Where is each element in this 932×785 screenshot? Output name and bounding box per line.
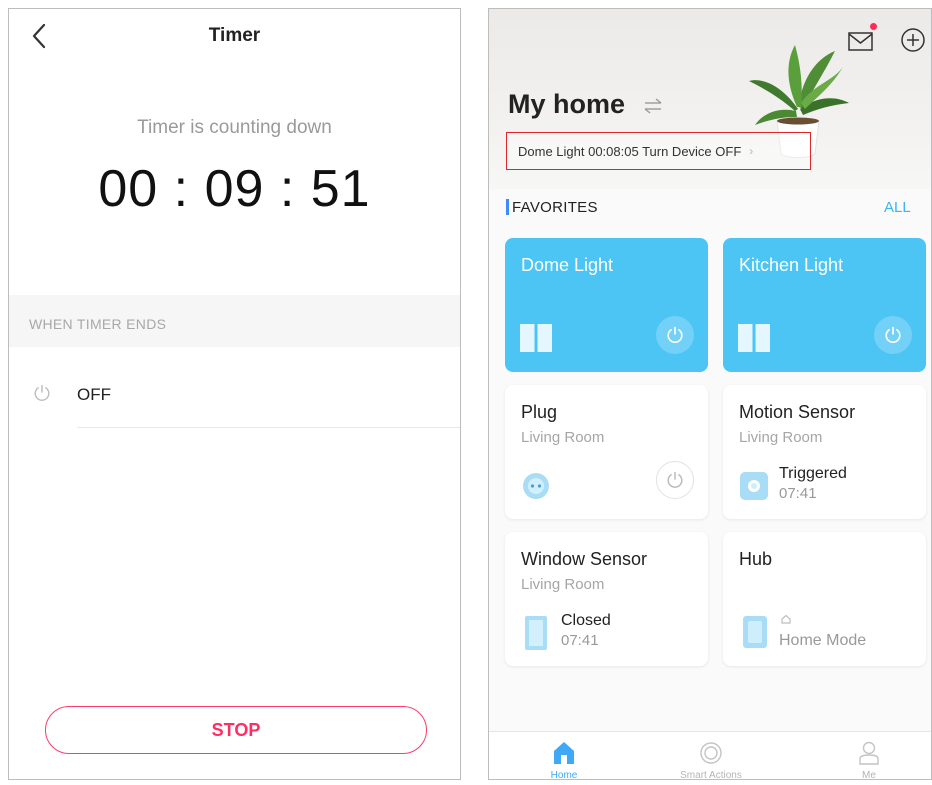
timer-notification-banner[interactable]: Dome Light 00:08:05 Turn Device OFF › (506, 132, 811, 170)
section-accent-bar (506, 199, 509, 215)
bottom-tab-bar: Home Smart Actions Me (489, 731, 931, 780)
device-name: Window Sensor (521, 549, 648, 569)
device-card-window-sensor[interactable]: Window Sensor Living Room Closed 07:41 (505, 532, 708, 666)
tab-label: Home (550, 770, 578, 780)
unread-badge (870, 23, 877, 30)
device-card-motion-sensor[interactable]: Motion Sensor Living Room Triggered 07:4… (723, 385, 926, 519)
tab-me[interactable]: Me (819, 732, 919, 780)
page-title: Timer (208, 25, 261, 46)
timer-action-off-option[interactable]: OFF (9, 357, 460, 427)
timer-header: Timer (9, 9, 460, 65)
device-name: Kitchen Light (739, 255, 844, 275)
device-card-dome-light[interactable]: Dome Light (505, 238, 708, 372)
tab-smart-actions[interactable]: Smart Actions (661, 732, 761, 780)
device-card-plug[interactable]: Plug Living Room (505, 385, 708, 519)
light-switch-icon (738, 324, 770, 352)
power-toggle-button[interactable] (656, 316, 694, 354)
person-icon (859, 741, 879, 765)
power-icon (667, 471, 683, 488)
device-name: Plug (521, 402, 558, 422)
countdown-display: 00 : 09 : 51 (98, 160, 371, 218)
motion-sensor-icon (740, 472, 768, 500)
device-name: Motion Sensor (739, 402, 856, 422)
device-name: Hub (739, 549, 773, 569)
stop-button[interactable]: STOP (45, 706, 427, 754)
power-icon (34, 384, 50, 401)
notification-text: Dome Light 00:08:05 Turn Device OFF (518, 143, 742, 159)
device-card-kitchen-light[interactable]: Kitchen Light (723, 238, 926, 372)
timer-screen: Timer Timer is counting down 00 : 09 : 5… (8, 8, 461, 780)
home-screen: My home Dome Light 00:08:05 Turn Device … (488, 8, 932, 780)
device-status: Closed (561, 612, 611, 629)
view-all-link[interactable]: ALL (884, 199, 911, 216)
device-status-time: 07:41 (779, 485, 817, 502)
tab-label: Smart Actions (680, 770, 742, 780)
device-status-time: 07:41 (561, 632, 599, 649)
home-icon (554, 742, 574, 764)
plug-icon (523, 473, 549, 499)
light-switch-icon (520, 324, 552, 352)
tab-label: Me (862, 770, 876, 780)
device-room: Living Room (739, 429, 823, 446)
power-toggle-button[interactable] (656, 461, 694, 499)
tab-home[interactable]: Home (514, 732, 614, 780)
timer-action-label: OFF (77, 385, 111, 404)
divider (77, 427, 460, 428)
device-name: Dome Light (521, 255, 614, 275)
mail-icon[interactable] (847, 29, 875, 53)
chevron-right-icon: › (749, 144, 754, 158)
add-icon[interactable] (900, 27, 926, 53)
device-room: Living Room (521, 576, 605, 593)
power-icon (885, 326, 901, 344)
power-toggle-button[interactable] (874, 316, 912, 354)
timer-status-text: Timer is counting down (137, 117, 332, 138)
device-card-hub[interactable]: Hub Home Mode (723, 532, 926, 666)
home-mode-icon (781, 614, 791, 624)
section-title: WHEN TIMER ENDS (29, 316, 167, 332)
device-status: Triggered (779, 465, 847, 482)
hub-icon (743, 616, 767, 648)
window-sensor-icon (525, 616, 547, 650)
favorites-title: FAVORITES (512, 199, 598, 216)
power-icon (667, 326, 683, 344)
smart-actions-icon (700, 742, 722, 764)
home-title: My home (508, 89, 626, 119)
device-room: Living Room (521, 429, 605, 446)
switch-home-icon[interactable] (643, 97, 663, 115)
device-status: Home Mode (779, 632, 867, 649)
